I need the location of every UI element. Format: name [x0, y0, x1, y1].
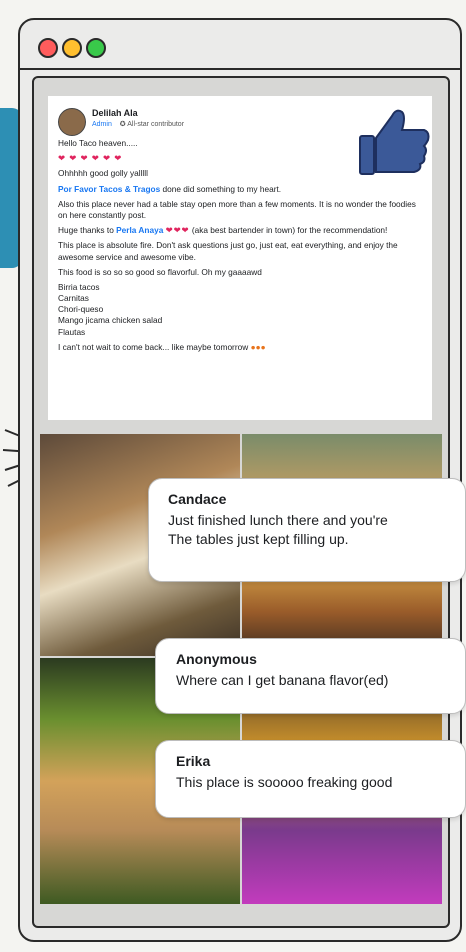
post-line: This place is absolute fire. Don't ask q…: [58, 240, 398, 262]
facebook-post: Delilah Ala Admin ✪ All-star contributor…: [48, 96, 432, 420]
post-line: Also this place never had a table stay o…: [58, 198, 416, 220]
post-line: I can't not wait to come back... like ma…: [58, 341, 266, 352]
contributor-badge: All-star contributor: [127, 121, 185, 128]
window-titlebar: [20, 20, 460, 70]
menu-list: Birria tacos Carnitas Chori-queso Mango …: [58, 282, 424, 338]
post-author[interactable]: Delilah Ala: [92, 107, 138, 119]
comment-author: Anonymous: [176, 651, 257, 667]
post-line: This food is so so so good so flavorful.…: [58, 266, 262, 277]
post-body: Hello Taco heaven..... ❤ ❤ ❤ ❤ ❤ ❤ Ohhhh…: [58, 138, 424, 357]
list-item: Birria tacos: [58, 281, 100, 292]
list-item: Mango jicama chicken salad: [58, 315, 163, 326]
comment-bubble[interactable]: Candace Just finished lunch there and yo…: [148, 478, 466, 582]
post-line: Huge thanks to Perla Anaya ❤❤❤ (aka best…: [58, 225, 388, 236]
minimize-window-button[interactable]: [62, 38, 82, 58]
comment-author: Candace: [168, 491, 227, 507]
comment-text: Just finished lunch there and you're The…: [168, 512, 388, 547]
comment-text: This place is sooooo freaking good: [176, 774, 393, 790]
close-window-button[interactable]: [38, 38, 58, 58]
list-item: Flautas: [58, 326, 86, 337]
post-line: Hello Taco heaven.....: [58, 138, 138, 148]
star-badge-icon: ✪: [119, 121, 126, 128]
list-item: Chori-queso: [58, 304, 104, 315]
admin-badge: Admin: [92, 121, 112, 128]
post-line: Por Favor Tacos & Tragos done did someth…: [58, 183, 282, 194]
place-link[interactable]: Por Favor Tacos & Tragos: [58, 184, 160, 194]
list-item: Carnitas: [58, 293, 89, 304]
hearts-emoji: ❤❤❤: [165, 225, 190, 236]
author-badges: Admin ✪ All-star contributor: [92, 120, 184, 129]
comment-bubble[interactable]: Anonymous Where can I get banana flavor(…: [155, 638, 466, 714]
emoji-row: ❤ ❤ ❤ ❤ ❤ ❤: [58, 153, 123, 164]
avatar[interactable]: [58, 108, 86, 136]
person-link[interactable]: Perla Anaya: [116, 225, 163, 235]
maximize-window-button[interactable]: [86, 38, 106, 58]
emoji-icons: ●●●: [250, 341, 266, 352]
comment-author: Erika: [176, 753, 211, 769]
comment-text: Where can I get banana flavor(ed): [176, 672, 389, 688]
comment-bubble[interactable]: Erika This place is sooooo freaking good: [155, 740, 466, 818]
post-line: Ohhhhh good golly yalllll: [58, 168, 148, 179]
